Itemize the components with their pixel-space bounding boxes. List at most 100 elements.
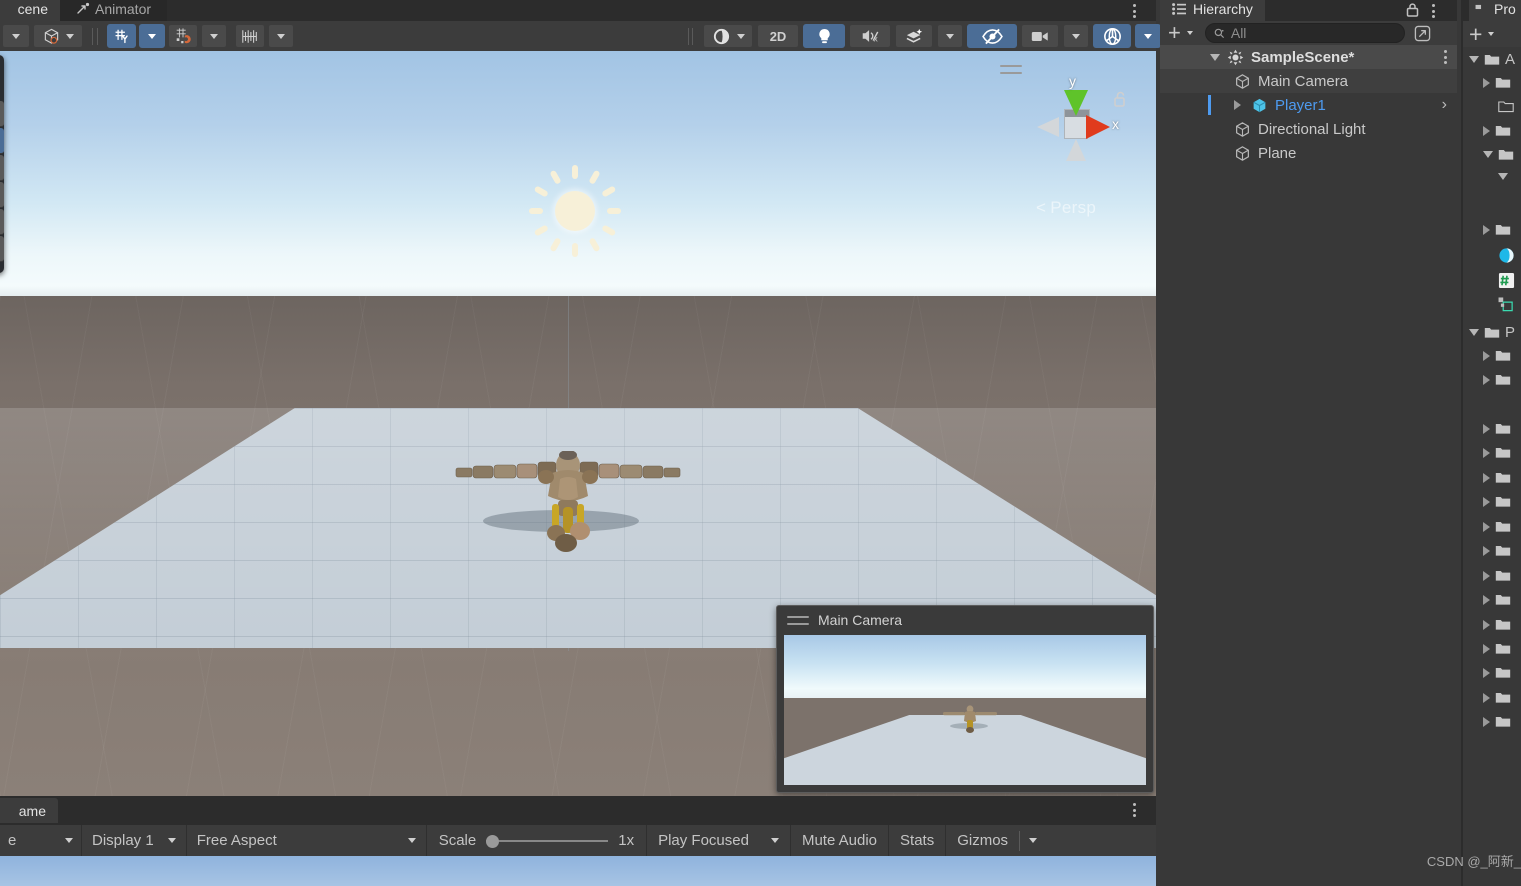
unlocked-icon[interactable] (1113, 91, 1127, 108)
scene-gizmo-grip[interactable] (1000, 65, 1022, 74)
project-row[interactable] (1483, 471, 1511, 484)
view-gizmo-cube[interactable] (1064, 109, 1090, 139)
tool-move[interactable] (0, 128, 4, 154)
chevron-right-icon[interactable] (1483, 667, 1490, 678)
gizmo-handle-rotation-toggle[interactable] (107, 24, 136, 48)
project-row[interactable] (1498, 297, 1515, 315)
project-row[interactable] (1483, 446, 1511, 459)
scene-camera-button[interactable] (1021, 24, 1059, 48)
project-row[interactable] (1483, 520, 1511, 533)
project-row[interactable] (1483, 691, 1511, 704)
chevron-right-icon[interactable] (1483, 643, 1490, 654)
add-gameobject-button[interactable]: + (1168, 22, 1181, 44)
camera-preview-overlay[interactable]: Main Camera (776, 605, 1154, 793)
grid-snapping-dropdown[interactable] (201, 24, 227, 48)
chevron-right-icon[interactable] (1483, 716, 1490, 727)
chevron-right-icon[interactable] (1483, 570, 1490, 581)
scene-tools-overlay[interactable] (0, 55, 4, 273)
chevron-right-icon[interactable] (1234, 100, 1241, 110)
tool-scale[interactable] (0, 182, 4, 208)
scene-camera-dropdown[interactable] (1063, 24, 1089, 48)
chevron-right-icon[interactable] (1483, 224, 1490, 235)
chevron-right-icon[interactable] (1483, 423, 1490, 434)
drag-handle-icon[interactable] (787, 615, 809, 625)
tab-project[interactable]: Pro (1469, 0, 1521, 21)
prefab-open-arrow-icon[interactable]: › (1442, 96, 1447, 114)
chevron-down-icon[interactable] (1469, 329, 1479, 336)
project-row[interactable]: A (1469, 51, 1515, 68)
project-row[interactable]: P (1469, 324, 1515, 341)
project-row[interactable] (1483, 223, 1511, 236)
tab-animator[interactable]: Animator (60, 0, 168, 21)
gizmos-dropdown[interactable] (1135, 24, 1161, 48)
scale-slider-handle[interactable] (486, 834, 500, 848)
toggle-scene-lighting-button[interactable] (803, 24, 845, 48)
project-row[interactable] (1483, 373, 1511, 386)
hierarchy-search-input[interactable]: All (1204, 23, 1405, 43)
chevron-right-icon[interactable] (1483, 521, 1490, 532)
chevron-right-icon[interactable] (1483, 125, 1490, 136)
tab-game[interactable]: ame (0, 798, 58, 823)
aspect-dropdown[interactable]: Free Aspect (187, 825, 427, 856)
project-tree-rows[interactable]: A P (1463, 51, 1521, 841)
chevron-right-icon[interactable] (1483, 472, 1490, 483)
view-gizmo-projection-label[interactable]: < Persp (1036, 198, 1096, 218)
shading-mode-dropdown[interactable] (33, 24, 83, 48)
scene-view-viewport[interactable]: y x < Persp Main Camera (0, 51, 1156, 796)
hierarchy-row-directional-light[interactable]: Directional Light (1160, 117, 1457, 141)
project-row[interactable] (1498, 272, 1515, 292)
scene-visibility-button[interactable] (967, 24, 1017, 48)
scene-view-mode-button[interactable] (703, 24, 753, 48)
gizmos-dropdown-button[interactable] (1020, 825, 1046, 856)
view-gizmo-axis-y-positive[interactable] (1064, 90, 1088, 116)
chevron-right-icon[interactable] (1483, 374, 1490, 385)
hierarchy-row-samplescene[interactable]: SampleScene* (1160, 45, 1457, 69)
scene-overflow-menu[interactable] (1133, 4, 1136, 18)
fx-effects-button[interactable] (895, 24, 933, 48)
chevron-right-icon[interactable] (1483, 594, 1490, 605)
chevron-down-icon[interactable] (1469, 56, 1479, 63)
hierarchy-row-main-camera[interactable]: Main Camera (1160, 69, 1457, 93)
draw-mode-dropdown[interactable] (2, 24, 30, 48)
chevron-right-icon[interactable] (1483, 77, 1490, 88)
player1-character[interactable] (448, 451, 688, 571)
chevron-right-icon[interactable] (1483, 447, 1490, 458)
chevron-down-icon[interactable] (1488, 32, 1495, 36)
project-add-button[interactable]: + (1469, 23, 1482, 46)
project-row[interactable] (1498, 247, 1515, 267)
grid-size-button[interactable] (235, 24, 265, 48)
project-row[interactable] (1483, 593, 1511, 606)
play-mode-dropdown[interactable]: Play Focused (647, 825, 791, 856)
chevron-right-icon[interactable] (1483, 619, 1490, 630)
project-row[interactable] (1483, 495, 1511, 508)
chevron-right-icon[interactable] (1483, 496, 1490, 507)
hierarchy-overflow-menu[interactable] (1432, 4, 1435, 18)
chevron-right-icon[interactable] (1483, 350, 1490, 361)
tool-transform[interactable] (0, 236, 4, 262)
project-row[interactable] (1483, 76, 1511, 89)
hierarchy-tree[interactable]: SampleScene* Main Camera Player1 › Direc… (1160, 45, 1457, 886)
project-row[interactable] (1483, 642, 1511, 655)
fx-effects-dropdown[interactable] (937, 24, 963, 48)
gizmo-handle-dropdown[interactable] (139, 24, 165, 48)
tool-hand[interactable] (0, 101, 4, 127)
grid-size-dropdown[interactable] (268, 24, 294, 48)
display-dropdown[interactable]: Display 1 (82, 825, 187, 856)
grid-snapping-toggle[interactable] (168, 24, 198, 48)
chevron-down-icon[interactable] (1186, 31, 1193, 35)
directional-light-gizmo[interactable] (527, 163, 623, 259)
tool-rotate[interactable] (0, 155, 4, 181)
project-row[interactable] (1483, 666, 1511, 679)
open-in-new-icon[interactable] (1414, 25, 1431, 42)
camera-preview-header[interactable]: Main Camera (777, 606, 1153, 634)
project-row[interactable] (1483, 618, 1511, 631)
game-left-dropdown[interactable]: e (0, 825, 82, 856)
project-row[interactable] (1483, 422, 1511, 435)
toggle-audio-button[interactable]: x (849, 24, 891, 48)
project-row[interactable] (1483, 148, 1514, 161)
project-row[interactable] (1498, 100, 1514, 113)
project-row[interactable] (1483, 544, 1511, 557)
chevron-down-icon[interactable] (1210, 53, 1220, 61)
tab-hierarchy[interactable]: Hierarchy (1160, 0, 1265, 21)
lock-icon[interactable] (1405, 3, 1420, 17)
